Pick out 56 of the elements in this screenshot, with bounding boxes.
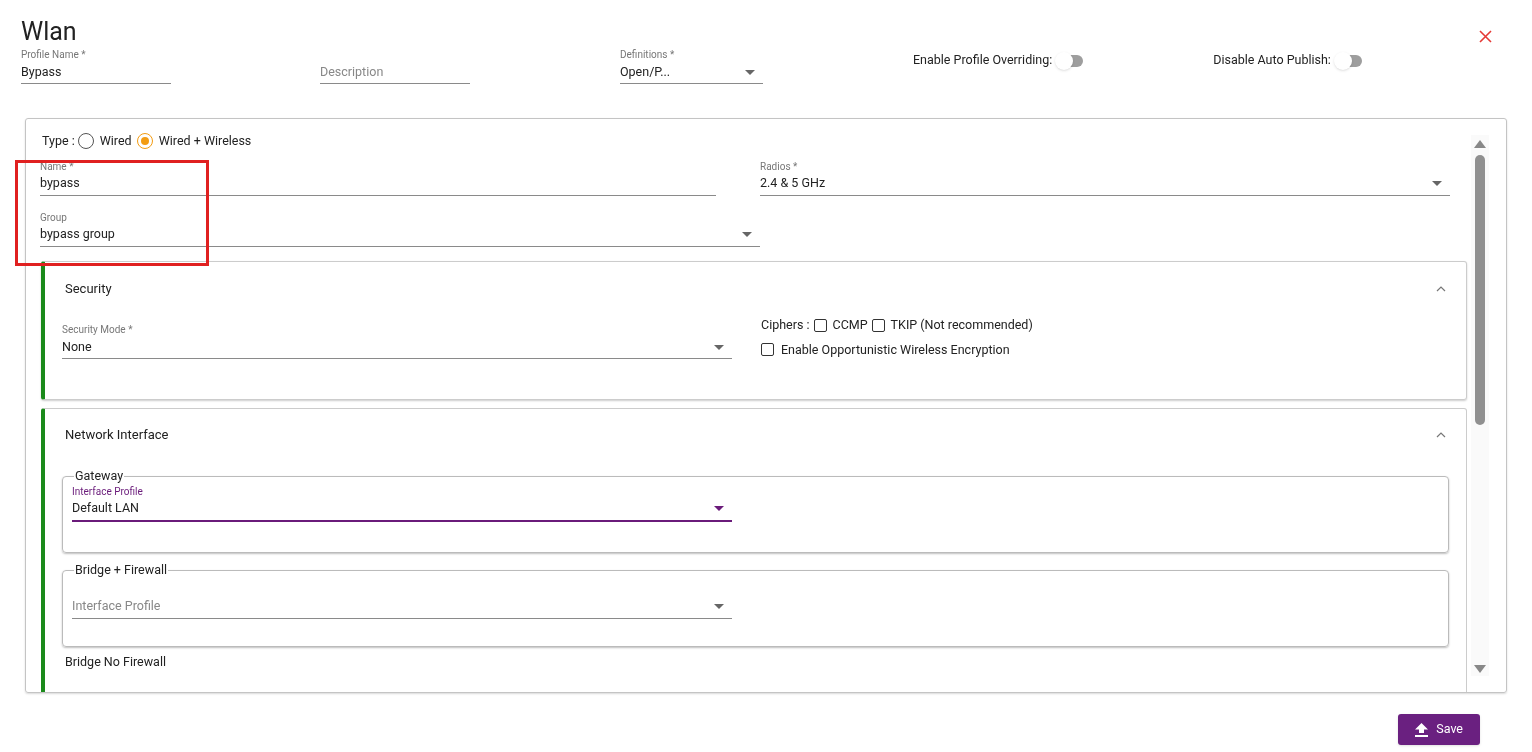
save-button[interactable]: Save xyxy=(1398,714,1480,745)
dropdown-caret-icon xyxy=(742,232,752,238)
field-value: 2.4 & 5 GHz xyxy=(760,174,827,193)
radio-option[interactable]: Wired xyxy=(77,132,132,151)
select-field[interactable]: Definitions * Open/P... xyxy=(620,49,763,84)
field-value: bypass xyxy=(40,174,81,193)
type-label: Type : xyxy=(42,132,75,150)
select-field[interactable]: Interface Profile xyxy=(72,595,732,619)
chevron-up-icon[interactable] xyxy=(1436,285,1446,292)
select-field[interactable]: Interface Profile Default LAN xyxy=(72,485,732,522)
field-placeholder: Description xyxy=(320,62,385,81)
group-legend: Bridge + Firewall xyxy=(74,560,169,580)
select-field[interactable]: Group bypass group xyxy=(40,211,760,247)
field-label: Security Mode * xyxy=(62,324,134,337)
group-legend: Gateway xyxy=(74,466,125,486)
toggle-switch[interactable] xyxy=(1337,54,1362,67)
checkbox-label: Enable Opportunistic Wireless Encryption xyxy=(781,340,1010,359)
radio-option[interactable]: Wired + Wireless xyxy=(136,132,252,151)
field-value: bypass group xyxy=(40,225,116,244)
checkbox[interactable] xyxy=(871,318,885,332)
group-legend: Bridge No Firewall xyxy=(65,654,1449,669)
section-title: Network Interface xyxy=(65,426,170,444)
input-field[interactable]: Description xyxy=(320,61,470,84)
scrollbar[interactable] xyxy=(1471,135,1489,676)
close-icon[interactable] xyxy=(1479,30,1492,43)
field-label: Definitions * xyxy=(620,49,676,61)
checkbox[interactable] xyxy=(761,343,774,357)
dropdown-caret-icon xyxy=(714,506,724,511)
field-label: Interface Profile xyxy=(72,485,144,498)
select-field[interactable]: Radios * 2.4 & 5 GHz xyxy=(760,160,1450,196)
field-label: Profile Name * xyxy=(21,49,87,61)
checkbox-label: CCMP xyxy=(832,315,868,334)
field-placeholder: Interface Profile xyxy=(72,597,162,616)
checkbox-label: TKIP (Not recommended) xyxy=(890,315,1033,334)
toggle-label: Enable Profile Overriding: xyxy=(913,51,1053,70)
dropdown-caret-icon xyxy=(1432,181,1442,187)
dropdown-caret-icon xyxy=(745,69,755,75)
upload-icon xyxy=(1415,722,1429,737)
select-field[interactable]: Security Mode * None xyxy=(62,315,732,360)
dropdown-caret-icon xyxy=(714,344,724,350)
checkbox[interactable] xyxy=(813,318,827,332)
field-value: Bypass xyxy=(21,62,63,81)
field-value: None xyxy=(62,337,93,356)
input-field[interactable]: Profile Name * Bypass xyxy=(21,49,171,84)
chevron-up-icon[interactable] xyxy=(1436,431,1446,438)
field-label: Radios * xyxy=(760,160,799,173)
scroll-down-icon[interactable] xyxy=(1474,665,1486,673)
toggle-label: Disable Auto Publish: xyxy=(1213,51,1331,70)
dropdown-caret-icon xyxy=(714,604,724,609)
dialog-title: Wlan xyxy=(21,16,77,48)
field-value: Default LAN xyxy=(72,499,141,518)
ciphers-label: Ciphers : xyxy=(761,315,810,334)
section-title: Security xyxy=(65,280,113,298)
field-value: Open/P... xyxy=(620,62,672,81)
scroll-up-icon[interactable] xyxy=(1474,140,1486,148)
field-label: Group xyxy=(40,211,68,224)
